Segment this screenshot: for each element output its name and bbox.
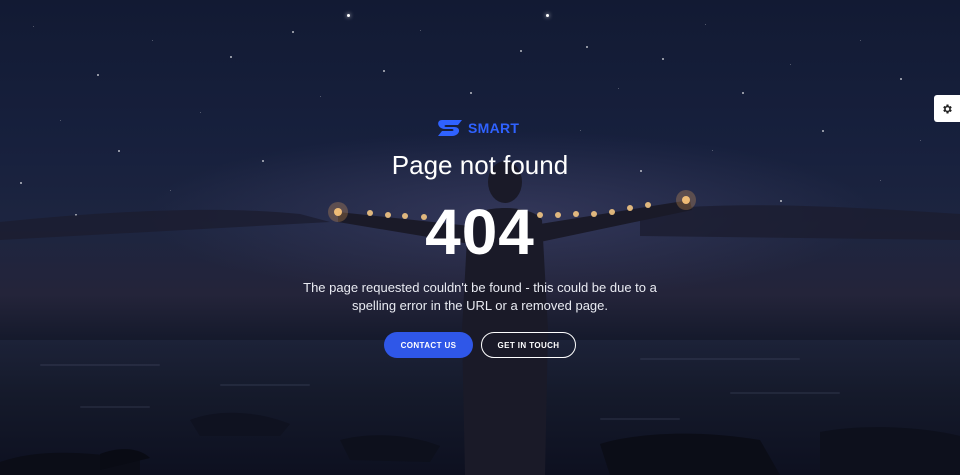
error-code: 404: [425, 196, 535, 268]
error-description: The page requested couldn't be found - t…: [303, 280, 657, 313]
brand-logo[interactable]: SMART: [436, 116, 519, 140]
logo-mark-icon: [438, 120, 462, 136]
gear-icon: [943, 104, 952, 113]
get-in-touch-button[interactable]: GET IN TOUCH: [481, 332, 576, 358]
contact-us-button[interactable]: CONTACT US: [384, 332, 473, 358]
page-title: Page not found: [391, 150, 569, 180]
settings-toggle-button[interactable]: [934, 95, 960, 122]
background-scene: SMART Page not found 404 The page reques…: [0, 0, 960, 475]
brand-name: SMART: [468, 120, 520, 136]
error-content: SMART Page not found 404 The page reques…: [0, 0, 960, 475]
